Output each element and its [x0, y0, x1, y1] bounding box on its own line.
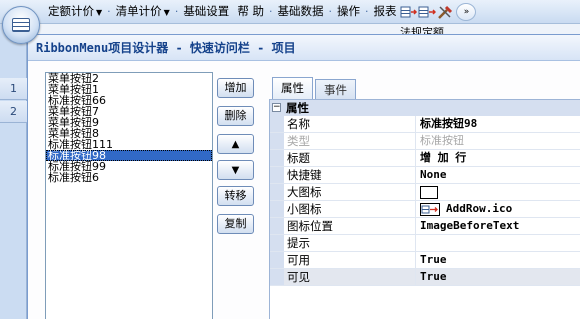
background-grid-gutter: 1 2	[0, 24, 27, 319]
property-row-image-position[interactable]: 图标位置 ImageBeforeText	[270, 218, 580, 235]
tab-events[interactable]: 事件	[315, 79, 356, 99]
menu-baobiao[interactable]: 报表	[369, 3, 400, 20]
ribbon-bar: 定额计价 ▼ · 清单计价 ▼ · 基础设置 帮 助 · 基础数据 · 操作 · 报…	[0, 0, 580, 24]
copy-button[interactable]: 复制	[217, 214, 254, 234]
chevron-down-icon: ▼	[96, 8, 103, 17]
arrow-up-icon: ▲	[231, 139, 240, 150]
insert-row-icon[interactable]	[400, 4, 418, 20]
menu-dinge-jijia[interactable]: 定额计价 ▼	[44, 3, 106, 20]
dialog-title: RibbonMenu项目设计器 - 快速访问栏 - 项目	[28, 35, 580, 61]
tab-properties[interactable]: 属性	[272, 77, 313, 99]
item-list[interactable]: 菜单按钮2 菜单按钮1 标准按钮66 菜单按钮7 菜单按钮9 菜单按钮8 标准按…	[45, 72, 213, 319]
arrow-down-icon: ▼	[231, 165, 240, 176]
menu-help[interactable]: 帮 助	[233, 3, 268, 20]
main-menu: 定额计价 ▼ · 清单计价 ▼ · 基础设置 帮 助 · 基础数据 · 操作 · 报…	[44, 2, 477, 21]
property-row-large-icon[interactable]: 大图标	[270, 184, 580, 201]
property-row-type: 类型 标准按钮	[270, 133, 580, 150]
property-row-name[interactable]: 名称 标准按钮98	[270, 116, 580, 133]
menu-jichu-shuju[interactable]: 基础数据	[273, 3, 327, 20]
property-row-shortcut[interactable]: 快捷键 None	[270, 167, 580, 184]
designer-dialog: RibbonMenu项目设计器 - 快速访问栏 - 项目 菜单按钮2 菜单按钮1…	[27, 34, 580, 319]
property-grid: − 属性 名称 标准按钮98 类型 标准按钮 标题增 加 行 快捷键 None 大图标…	[269, 99, 580, 319]
add-row-icon	[420, 202, 440, 216]
menu-jichu-shezhi[interactable]: 基础设置	[179, 3, 233, 20]
customize-dropdown-icon[interactable]: »	[456, 2, 477, 21]
property-row-small-icon[interactable]: 小图标 AddRow.ico	[270, 201, 580, 218]
chevron-down-icon: ▼	[163, 8, 170, 17]
add-button[interactable]: 增加	[217, 78, 254, 98]
property-category: − 属性	[270, 100, 580, 116]
menu-qingdan-jijia[interactable]: 清单计价 ▼	[112, 3, 174, 20]
app-menu-icon	[12, 18, 30, 32]
property-row-caption[interactable]: 标题增 加 行	[270, 150, 580, 167]
property-row-visible[interactable]: 可见 True	[270, 269, 580, 286]
menu-caozuo[interactable]: 操作	[333, 3, 364, 20]
application-menu-button[interactable]	[2, 6, 40, 44]
delete-button[interactable]: 删除	[217, 106, 254, 126]
move-up-button[interactable]: ▲	[217, 134, 254, 154]
collapse-icon[interactable]: −	[272, 103, 281, 112]
list-item[interactable]: 标准按钮6	[46, 172, 212, 183]
move-down-button[interactable]: ▼	[217, 160, 254, 180]
empty-image-icon	[420, 185, 438, 199]
add-row-icon[interactable]	[418, 4, 437, 20]
property-tabs: 属性 事件	[272, 77, 358, 99]
tools-icon[interactable]	[436, 4, 454, 20]
transfer-button[interactable]: 转移	[217, 186, 254, 206]
row-header[interactable]: 2	[0, 101, 27, 123]
property-row-tooltip[interactable]: 提示	[270, 235, 580, 252]
row-header[interactable]: 1	[0, 78, 27, 100]
property-row-enabled[interactable]: 可用 True	[270, 252, 580, 269]
